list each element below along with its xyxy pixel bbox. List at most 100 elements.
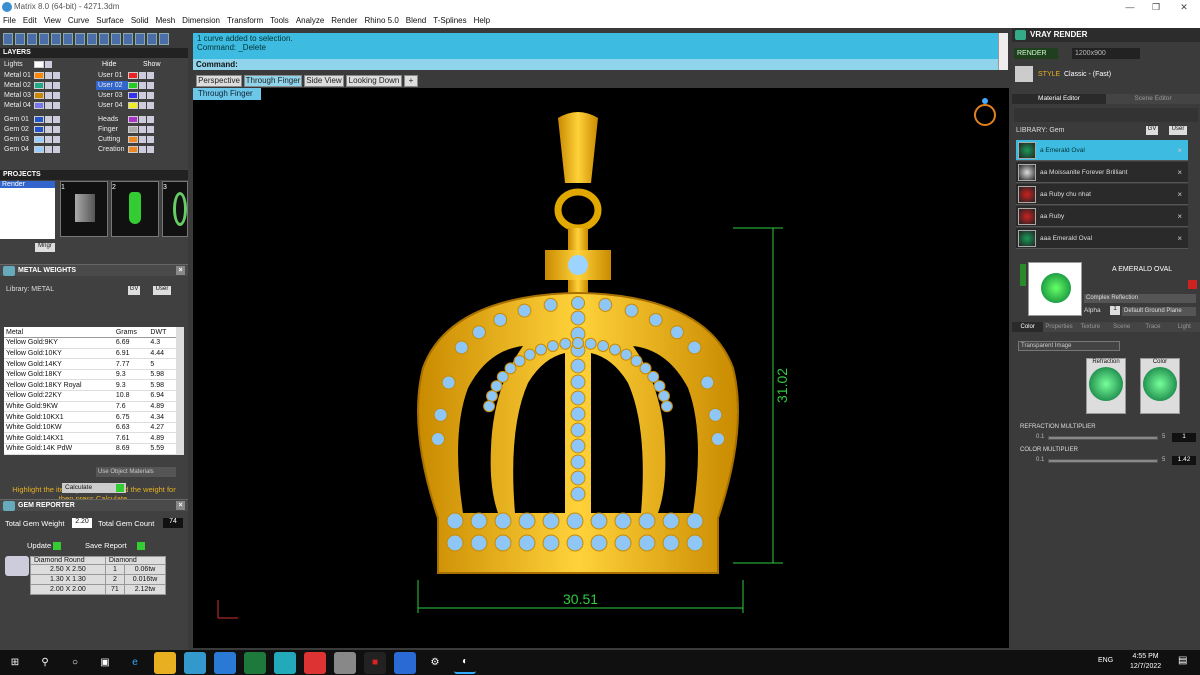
language-indicator[interactable]: ENG (1098, 657, 1113, 664)
project-thumb-3[interactable]: 3 (162, 181, 188, 237)
library-item[interactable]: a Emerald Oval × (1016, 140, 1188, 161)
project-thumb-1[interactable]: 1 (60, 181, 108, 237)
store-icon[interactable] (184, 651, 206, 674)
material-tab[interactable]: Color (1012, 322, 1044, 332)
menu-item[interactable]: Surface (96, 14, 124, 28)
add-tab-button[interactable]: + (404, 75, 418, 87)
visible-icon[interactable] (147, 146, 154, 153)
menu-item[interactable]: Analyze (296, 14, 324, 28)
mail-icon[interactable] (214, 651, 236, 674)
lock-icon[interactable] (45, 126, 52, 133)
table-row[interactable]: Yellow Gold:10KY 6.91 4.44 (4, 348, 176, 360)
lock-icon[interactable] (139, 126, 146, 133)
tool-icon[interactable] (111, 33, 121, 45)
material-tab[interactable]: Light (1168, 322, 1200, 332)
table-row[interactable]: White Gold:14KX1 7.61 4.89 (4, 432, 176, 445)
close-icon[interactable]: × (176, 501, 185, 510)
zalo-icon[interactable] (394, 651, 416, 674)
menu-item[interactable]: Solid (131, 14, 149, 28)
tool-icon[interactable] (39, 33, 49, 45)
menu-item[interactable]: Curve (68, 14, 89, 28)
menu-item[interactable]: Transform (227, 14, 263, 28)
command-input[interactable]: Command: (193, 59, 998, 70)
visible-icon[interactable] (53, 72, 60, 79)
visible-icon[interactable] (53, 102, 60, 109)
lock-icon[interactable] (139, 136, 146, 143)
manager-button[interactable]: Mngr (35, 243, 55, 252)
visible-icon[interactable] (53, 146, 60, 153)
cortana-icon[interactable]: ○ (64, 652, 86, 674)
color-swatch[interactable] (128, 92, 138, 99)
settings-icon[interactable]: ⚙ (424, 652, 446, 674)
lock-icon[interactable] (45, 72, 52, 79)
style-select[interactable]: Classic - (Fast) (1064, 71, 1111, 78)
lock-icon[interactable] (45, 82, 52, 89)
subtab-through-finger[interactable]: Through Finger (193, 88, 261, 100)
color-swatch[interactable] (34, 116, 44, 123)
color-swatch[interactable] (34, 146, 44, 153)
menu-item[interactable]: Blend (406, 14, 426, 28)
refraction-swatch[interactable]: Refraction (1086, 358, 1126, 414)
tool-icon[interactable] (87, 33, 97, 45)
lock-icon[interactable] (45, 116, 52, 123)
layer-row[interactable]: Gem 02 (2, 125, 61, 134)
visible-icon[interactable] (147, 92, 154, 99)
table-row[interactable]: Yellow Gold:14KY 7.77 5 (4, 358, 176, 370)
tool-icon[interactable] (147, 33, 157, 45)
color-swatch[interactable] (128, 72, 138, 79)
library-item[interactable]: aaa Emerald Oval × (1016, 228, 1188, 249)
edge-icon[interactable]: e (124, 652, 146, 674)
color-swatch[interactable] (128, 126, 138, 133)
layer-row[interactable]: Finger (96, 125, 155, 134)
tab-material-editor[interactable]: Material Editor (1012, 94, 1106, 104)
layer-row[interactable]: Cutting (96, 135, 155, 144)
maximize-button[interactable]: ❐ (1142, 0, 1170, 14)
close-icon[interactable]: × (1177, 140, 1182, 161)
table-scrollbar[interactable] (176, 327, 184, 455)
lock-icon[interactable] (139, 72, 146, 79)
render-size-field[interactable]: 1200x900 (1072, 48, 1140, 59)
tool-icon[interactable] (63, 33, 73, 45)
table-row[interactable]: Yellow Gold:9KY 6.69 4.3 (4, 337, 176, 349)
layer-row[interactable]: Gem 03 (2, 135, 61, 144)
layer-row[interactable]: User 02 (96, 81, 155, 90)
user-button[interactable]: User (1169, 126, 1187, 135)
color-slider[interactable] (1048, 459, 1158, 463)
visible-icon[interactable] (147, 136, 154, 143)
lock-icon[interactable] (139, 146, 146, 153)
layer-row[interactable]: Heads (96, 115, 155, 124)
notifications-icon[interactable]: ▤ (1178, 655, 1187, 666)
layer-row[interactable]: Gem 04 (2, 145, 61, 154)
color-swatch[interactable] (34, 92, 44, 99)
table-row[interactable]: White Gold:9KW 7.6 4.89 (4, 401, 176, 413)
tool-icon[interactable] (135, 33, 145, 45)
file-explorer-icon[interactable] (154, 651, 176, 674)
layer-lights[interactable]: Lights (2, 60, 53, 69)
material-tab[interactable]: Properties (1043, 322, 1075, 332)
material-tab[interactable]: Trace (1137, 322, 1169, 332)
color-swatch[interactable] (128, 136, 138, 143)
layer-row[interactable]: User 01 (96, 71, 155, 80)
visible-icon[interactable] (53, 92, 60, 99)
menu-item[interactable]: Render (331, 14, 357, 28)
menu-item[interactable]: Dimension (182, 14, 220, 28)
visible-icon[interactable] (147, 72, 154, 79)
library-item[interactable]: aa Moissanite Forever Brilliant × (1016, 162, 1188, 183)
close-icon[interactable]: × (176, 266, 185, 275)
table-row[interactable]: White Gold:10KW 6.63 4.27 (4, 422, 176, 434)
material-tab[interactable]: Scene (1105, 322, 1138, 332)
lock-icon[interactable] (139, 82, 146, 89)
update-button[interactable]: Update (27, 541, 62, 551)
tab-side-view[interactable]: Side View (304, 75, 344, 87)
tool-icon[interactable] (51, 33, 61, 45)
show-button[interactable]: Show (143, 60, 161, 69)
close-icon[interactable]: × (1177, 206, 1182, 227)
search-icon[interactable]: ⚲ (34, 652, 56, 674)
app-icon[interactable] (334, 651, 356, 674)
complex-reflection-select[interactable]: Complex Reflection (1084, 294, 1196, 303)
tool-icon[interactable] (75, 33, 85, 45)
lock-icon[interactable] (45, 102, 52, 109)
tab-scene-editor[interactable]: Scene Editor (1106, 94, 1200, 104)
visible-icon[interactable] (147, 102, 154, 109)
ground-plane-select[interactable]: Default Ground Plane (1122, 307, 1196, 316)
